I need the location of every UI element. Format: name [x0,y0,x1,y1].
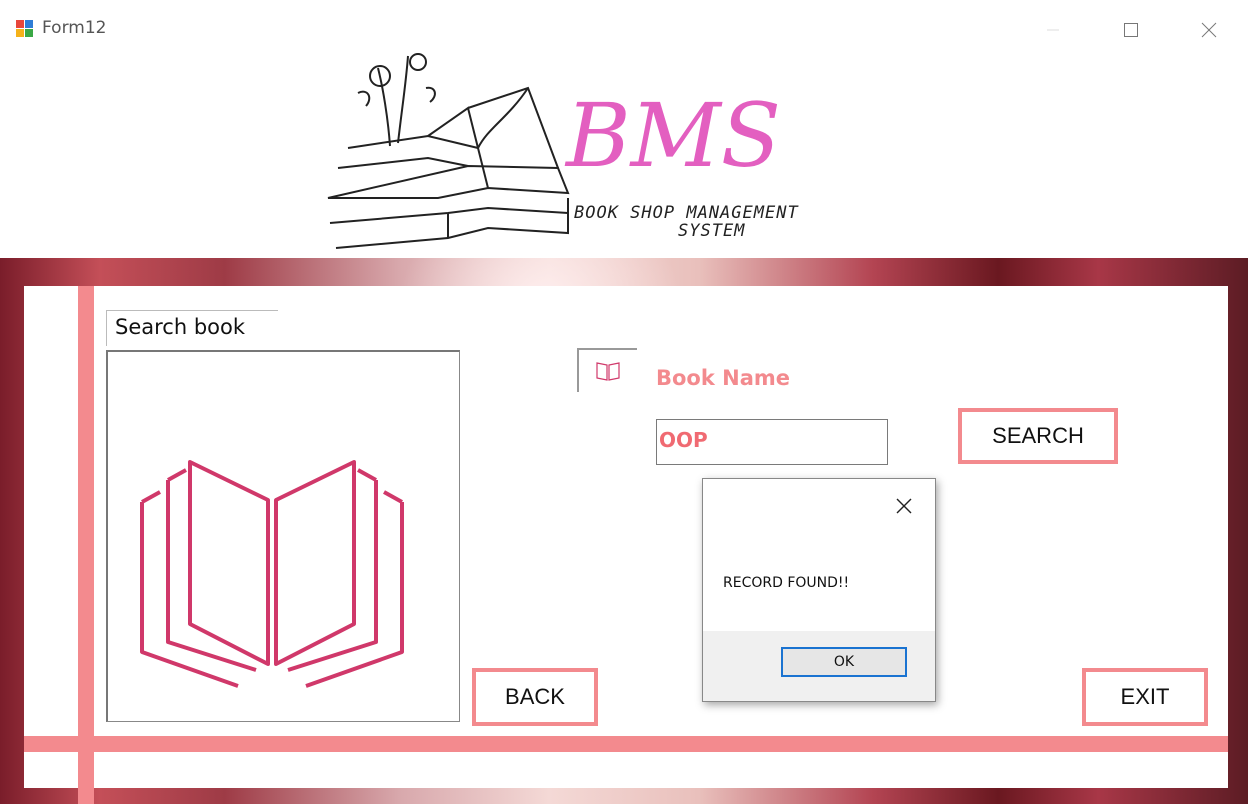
bms-logo: BMS BOOK SHOP MANAGEMENT SYSTEM [318,48,878,260]
dialog-footer: OK [703,631,935,701]
maximize-button[interactable] [1108,12,1154,48]
ok-button[interactable]: OK [781,647,907,677]
message-dialog: RECORD FOUND!! OK [702,478,936,702]
book-name-label: Book Name [656,366,791,390]
book-name-input[interactable]: OOP [656,419,888,465]
minimize-button[interactable] [1030,12,1076,48]
maximize-icon [1124,23,1138,37]
close-icon [896,498,912,514]
search-book-label: Search book [106,310,278,346]
minimize-icon [1047,29,1059,31]
logo-tagline-line1: BOOK SHOP MANAGEMENT [574,203,799,223]
horizontal-accent-bar [24,736,1228,752]
exit-button[interactable]: EXIT [1082,668,1208,726]
app-icon [16,20,33,37]
close-icon [1201,22,1217,38]
back-button[interactable]: BACK [472,668,598,726]
search-button[interactable]: SEARCH [958,408,1118,464]
close-button[interactable] [1186,12,1232,48]
logo-initials: BMS [564,84,781,187]
vertical-accent-bar [78,286,94,804]
logo-tagline-line2: SYSTEM [678,221,745,241]
dialog-message: RECORD FOUND!! [723,575,850,591]
small-book-icon [596,362,620,381]
open-book-icon [140,460,404,688]
dialog-close-button[interactable] [889,491,919,521]
book-picture-box [106,350,460,722]
window-title: Form12 [42,18,107,38]
book-sketch-icon: BMS BOOK SHOP MANAGEMENT SYSTEM [327,53,799,249]
book-icon-box [577,348,637,392]
